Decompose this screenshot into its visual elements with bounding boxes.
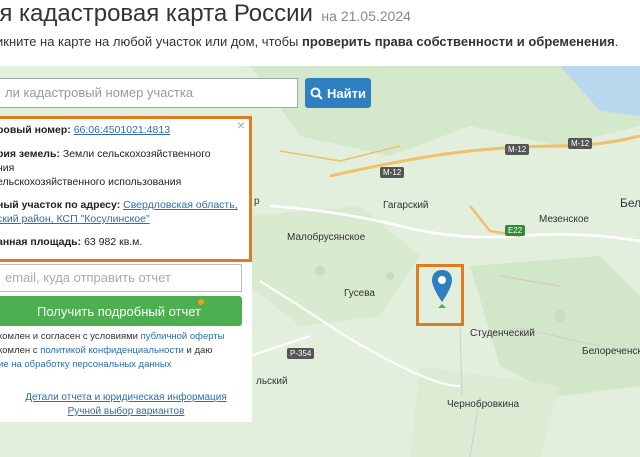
details-link-row: Детали отчета и юридическая информация xyxy=(0,392,252,403)
privacy-link[interactable]: политикой конфиденциальности xyxy=(40,345,184,356)
cadastral-row: ровый номер: 66:06:4501021:4813 xyxy=(0,124,170,137)
place-bel: Бел xyxy=(620,196,640,210)
place-malobrusyanskoe: Малобрусянское xyxy=(287,232,366,243)
legal-line-3: ие на обработку персональных данных xyxy=(0,359,171,370)
email-input[interactable]: email, куда отправить отчет xyxy=(0,264,242,292)
search-button[interactable]: Найти xyxy=(305,78,371,108)
address-link-2[interactable]: ский район, КСП "Косулинское" xyxy=(0,213,150,225)
details-link[interactable]: Детали отчета и юридическая информация xyxy=(25,392,227,403)
consent-link[interactable]: ие на обработку персональных данных xyxy=(0,359,171,370)
place-lsky: льский xyxy=(256,376,288,387)
search-placeholder: ли кадастровый номер участка xyxy=(5,85,194,100)
place-gagarsky: Гагарский xyxy=(383,200,429,211)
place-studenchesky: Студенческий xyxy=(470,328,535,339)
category-label: рия земель: xyxy=(0,148,60,160)
legal-line-2: комлен с политикой конфиденциальности и … xyxy=(0,345,212,356)
road-badge-m12: М-12 xyxy=(568,138,593,149)
place-p: р xyxy=(254,196,260,207)
page-date: на 21.05.2024 xyxy=(321,8,411,24)
road-badge-e22: E22 xyxy=(505,225,526,236)
area-value: 63 982 кв.м. xyxy=(84,236,143,248)
address-row: ный участок по адресу: Свердловская обла… xyxy=(0,199,238,212)
category-value: Земли сельскохозяйственного xyxy=(62,148,211,160)
area-label: анная площадь: xyxy=(0,236,82,248)
close-icon[interactable]: × xyxy=(237,118,245,132)
place-chernobrovkina: Чернобровкина xyxy=(447,399,520,410)
legal-2-suffix: и даю xyxy=(186,345,213,356)
category-value-3: ельскохозяйственного использования xyxy=(0,176,182,188)
area-row: анная площадь: 63 982 кв.м. xyxy=(0,236,142,249)
page-subtitle: икните на карте на любой участок или дом… xyxy=(0,34,618,49)
header: ая кадастровая карта России на 21.05.202… xyxy=(0,0,640,64)
address-label: ный участок по адресу: xyxy=(0,199,121,211)
get-report-button[interactable]: Получить подробный отчет xyxy=(0,296,242,326)
legal-line-1: комлен и согласен с условиями публичной … xyxy=(0,331,225,342)
subtitle-suffix: . xyxy=(614,34,619,49)
plot-info-card: × ровый номер: 66:06:4501021:4813 рия зе… xyxy=(0,116,252,262)
subtitle-prefix: икните на карте на любой участок или дом… xyxy=(0,34,299,49)
cadastral-number-link[interactable]: 66:06:4501021:4813 xyxy=(74,124,170,136)
map-pin-icon[interactable] xyxy=(430,268,454,318)
category-row: рия земель: Земли сельскохозяйственного xyxy=(0,148,211,161)
place-belorechensky: Белореченский xyxy=(582,346,640,357)
road-badge-p354: Р-354 xyxy=(287,348,315,359)
legal-2-text: комлен с xyxy=(0,345,38,356)
notification-dot xyxy=(198,299,204,305)
page-title: ая кадастровая карта России на 21.05.202… xyxy=(0,0,411,28)
road-badge-m12: М-12 xyxy=(505,144,530,155)
manual-link-row: Ручной выбор вариантов xyxy=(0,406,252,417)
offer-link[interactable]: публичной оферты xyxy=(141,331,225,342)
cadastral-search-input[interactable]: ли кадастровый номер участка xyxy=(0,78,298,108)
address-row-2: ский район, КСП "Косулинское" xyxy=(0,213,150,226)
address-link[interactable]: Свердловская область, xyxy=(123,199,237,211)
search-button-label: Найти xyxy=(327,85,366,101)
place-mezenskoe: Мезенское xyxy=(539,214,589,225)
manual-select-link[interactable]: Ручной выбор вариантов xyxy=(68,406,185,417)
legal-1-text: комлен и согласен с условиями xyxy=(0,331,138,342)
road-badge-m12: М-12 xyxy=(380,167,405,178)
category-value-2: ния xyxy=(0,162,15,174)
get-report-label: Получить подробный отчет xyxy=(36,303,202,319)
search-icon xyxy=(310,87,323,100)
email-placeholder: email, куда отправить отчет xyxy=(5,270,171,285)
place-guseva: Гусева xyxy=(344,288,375,299)
page-title-text: ая кадастровая карта России xyxy=(0,0,313,27)
subtitle-bold: проверить права собственности и обремене… xyxy=(302,34,615,49)
cadastral-label: ровый номер: xyxy=(0,124,71,136)
